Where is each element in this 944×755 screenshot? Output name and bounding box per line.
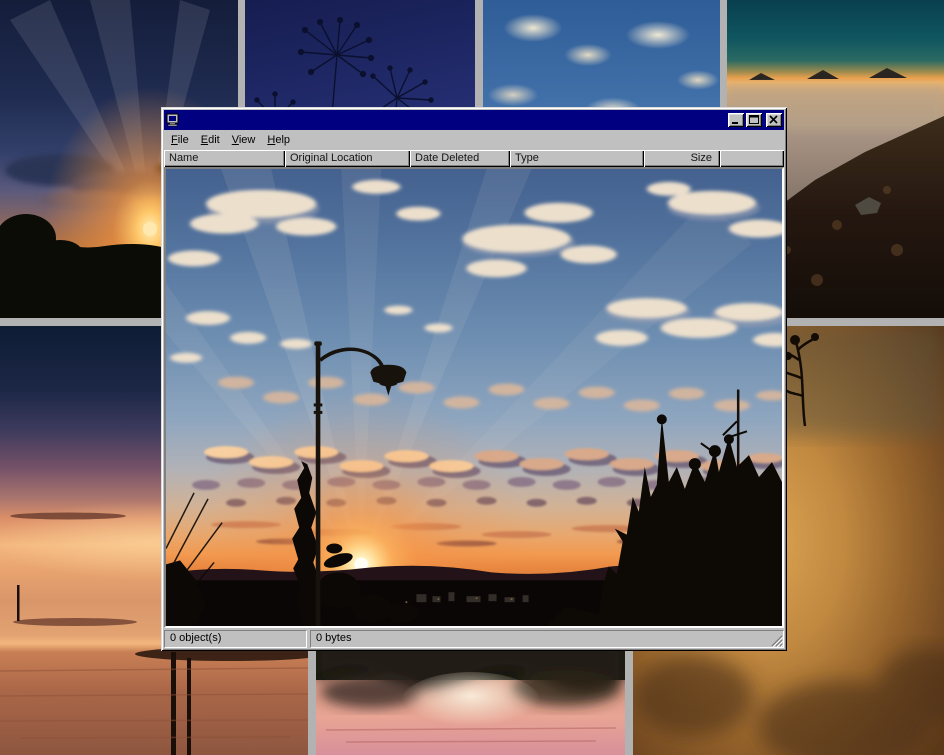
column-header-filler[interactable] <box>720 150 784 167</box>
minimize-button[interactable] <box>728 113 744 127</box>
resize-grip[interactable] <box>770 634 783 647</box>
column-header-original-location[interactable]: Original Location <box>285 150 410 167</box>
menu-bar: File Edit View Help <box>164 130 784 150</box>
menu-edit[interactable]: Edit <box>195 132 226 149</box>
column-header-name[interactable]: Name <box>164 150 285 167</box>
status-bytes-text: 0 bytes <box>316 632 351 644</box>
close-button[interactable] <box>766 113 782 127</box>
sunset-lamppost-photo <box>166 169 782 626</box>
column-headers: Name Original Location Date Deleted Type… <box>164 150 784 167</box>
column-header-date-deleted[interactable]: Date Deleted <box>410 150 510 167</box>
column-header-size[interactable]: Size <box>644 150 720 167</box>
menu-view[interactable]: View <box>226 132 262 149</box>
file-list-area[interactable] <box>164 167 784 628</box>
close-icon <box>766 113 782 127</box>
status-bar: 0 object(s) 0 bytes <box>164 628 784 648</box>
maximize-icon <box>746 113 762 127</box>
maximize-button[interactable] <box>746 113 762 127</box>
application-window-icon <box>166 113 181 127</box>
recycle-bin-window: File Edit View Help Name Original Locati… <box>161 107 787 651</box>
menu-file[interactable]: File <box>165 132 195 149</box>
menu-help[interactable]: Help <box>261 132 296 149</box>
column-header-type[interactable]: Type <box>510 150 644 167</box>
minimize-icon <box>728 113 744 127</box>
titlebar[interactable] <box>164 110 784 130</box>
status-object-count: 0 object(s) <box>164 630 307 648</box>
status-bytes: 0 bytes <box>310 630 784 648</box>
